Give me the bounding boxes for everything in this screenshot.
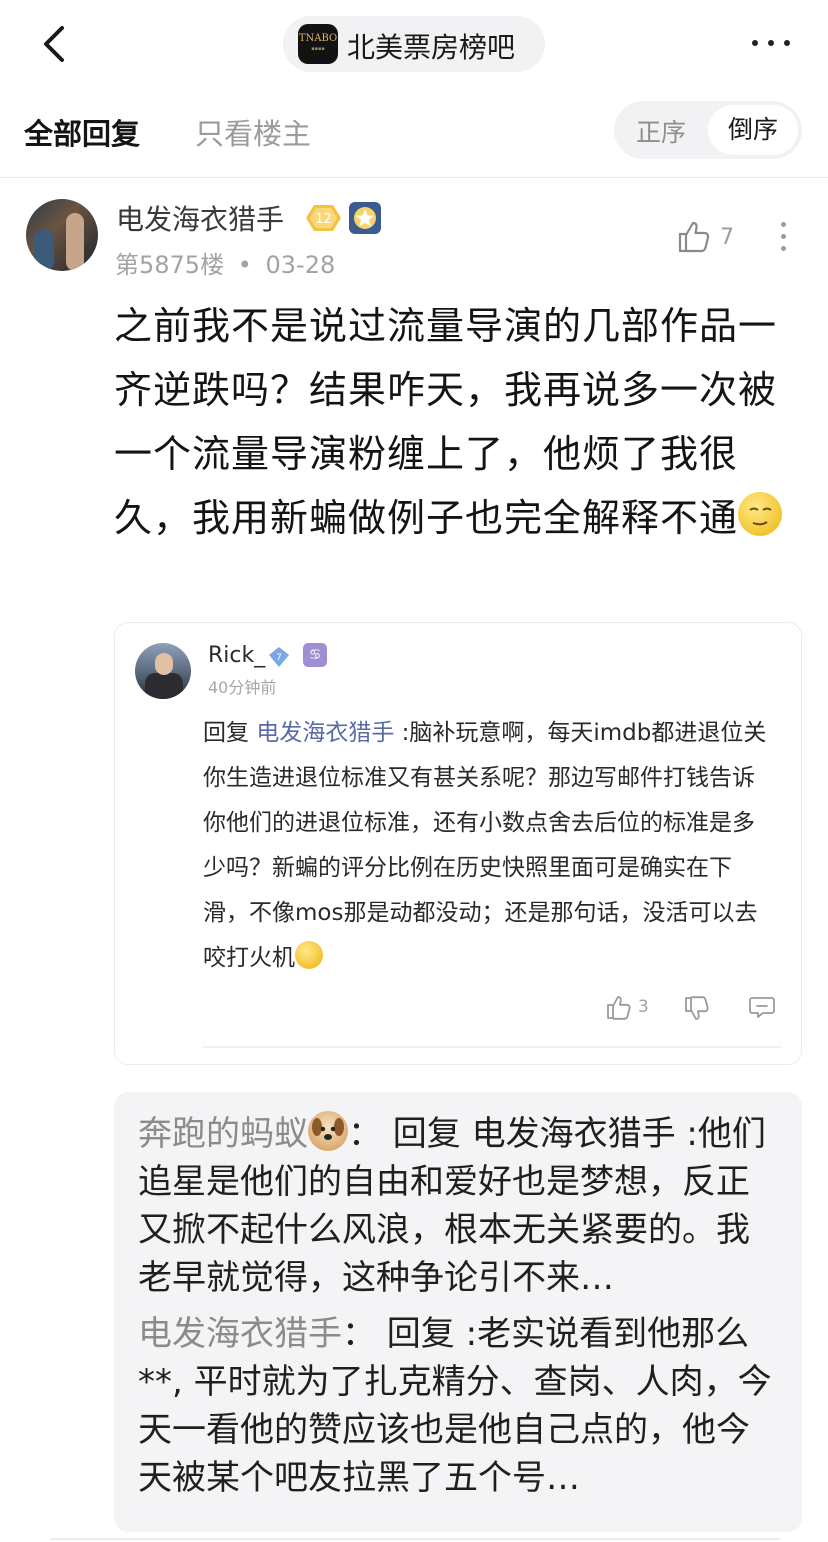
floor-meta: 第5875楼 • 03-28 (115, 245, 335, 280)
sub-comment-author[interactable]: 奔跑的蚂蚁 (138, 1114, 308, 1154)
tab-owner-only[interactable]: 只看楼主 (195, 111, 311, 153)
forum-pill[interactable]: TNABO ▪▪▪▪ 北美票房榜吧 (283, 16, 545, 72)
sub-comment[interactable]: 电发海衣猎手： 回复 :老实说看到他那么**, 平时就为了扎克精分、查岗、人肉，… (138, 1310, 772, 1502)
post-more-icon[interactable] (779, 220, 789, 254)
post-body: 之前我不是说过流量导演的几部作品一齐逆跌吗？结果咋天，我再说多一次被一个流量导演… (114, 294, 784, 550)
divider (0, 177, 828, 178)
reply-divider (203, 1046, 781, 1048)
sub-comment-author[interactable]: 电发海衣猎手 (138, 1314, 342, 1354)
reply-card: Rick_ 7 ♋ 40分钟前 回复 电发海衣猎手 :脑补玩意啊，每天imdb都… (114, 622, 802, 1065)
smile-emoji-icon (295, 941, 323, 969)
reply-like-count: 3 (638, 997, 649, 1017)
thumbs-down-icon[interactable] (683, 995, 711, 1023)
forum-name[interactable]: 北美票房榜吧 (347, 26, 515, 66)
vip-diamond-icon: 7 (269, 647, 289, 667)
thumbs-up-icon[interactable] (676, 219, 712, 255)
like-count: 7 (720, 225, 734, 250)
forum-logo: TNABO ▪▪▪▪ (298, 24, 338, 64)
order-desc-button[interactable]: 倒序 (708, 105, 798, 155)
reply-time: 40分钟前 (208, 678, 277, 697)
dog-emoji-icon (308, 1111, 348, 1151)
more-icon[interactable] (746, 28, 796, 58)
level-badge: 12 (306, 205, 341, 231)
post-body-text: 之前我不是说过流量导演的几部作品一齐逆跌吗？结果咋天，我再说多一次被一个流量导演… (114, 304, 778, 540)
star-medal-icon (354, 207, 376, 229)
chevron-left-icon[interactable] (36, 22, 80, 66)
level-number: 12 (315, 212, 332, 227)
bottom-divider (50, 1538, 780, 1540)
medal-badge (349, 202, 381, 234)
forum-logo-sub: ▪▪▪▪ (311, 46, 325, 52)
reply-thumbs-up-icon[interactable] (605, 993, 633, 1021)
sub-comment[interactable]: 奔跑的蚂蚁： 回复 电发海衣猎手 :他们追星是他们的自由和爱好也是梦想，反正又掀… (138, 1110, 772, 1302)
order-asc-button[interactable]: 正序 (636, 113, 686, 149)
meta-separator: • (237, 251, 252, 279)
forum-logo-text: TNABO (298, 33, 338, 44)
floor-number: 第5875楼 (115, 251, 225, 279)
avatar[interactable] (26, 199, 98, 271)
reply-prefix: 回复 (203, 720, 257, 746)
zodiac-icon: ♋ (303, 643, 327, 667)
order-toggle: 正序 倒序 (614, 101, 802, 159)
top-bar: TNABO ▪▪▪▪ 北美票房榜吧 (0, 0, 828, 90)
reply-tabs: 全部回复 只看楼主 正序 倒序 (0, 96, 828, 176)
reply-body: 回复 电发海衣猎手 :脑补玩意啊，每天imdb都进退位关你生造进退位标准又有甚关… (203, 711, 775, 981)
tab-all-replies[interactable]: 全部回复 (24, 111, 140, 153)
reply-username[interactable]: Rick_ (208, 643, 265, 668)
reply-text: :脑补玩意啊，每天imdb都进退位关你生造进退位标准又有甚关系呢？那边写邮件打钱… (203, 720, 767, 971)
vip-level: 7 (276, 653, 282, 663)
post-date: 03-28 (265, 251, 336, 279)
reply-avatar[interactable] (135, 643, 191, 699)
sub-comments: 奔跑的蚂蚁： 回复 电发海衣猎手 :他们追星是他们的自由和爱好也是梦想，反正又掀… (114, 1092, 802, 1532)
reply-mention[interactable]: 电发海衣猎手 (256, 720, 394, 746)
comment-icon[interactable] (748, 993, 776, 1021)
post-username[interactable]: 电发海衣猎手 (116, 198, 284, 238)
thinking-emoji-icon (738, 492, 783, 536)
